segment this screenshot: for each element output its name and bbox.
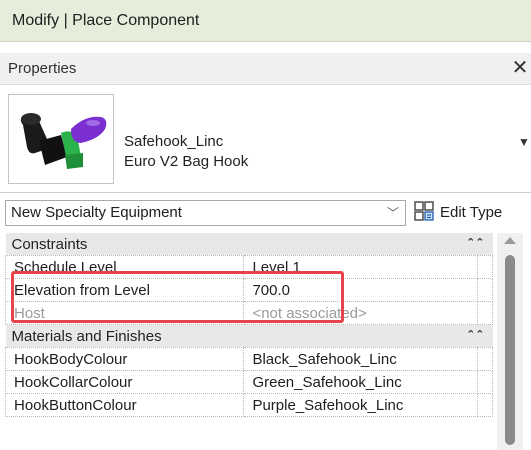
type-name: Safehook_Linc Euro V2 Bag Hook bbox=[124, 132, 248, 172]
table-row[interactable]: HookBodyColour Black_Safehook_Linc bbox=[4, 347, 494, 371]
property-value[interactable]: Purple_Safehook_Linc bbox=[243, 393, 478, 417]
category-filter-value: New Specialty Equipment bbox=[11, 204, 182, 221]
table-row[interactable]: Schedule Level Level 1 bbox=[4, 255, 494, 279]
family-name: Safehook_Linc bbox=[124, 133, 224, 150]
property-label: Elevation from Level bbox=[4, 278, 245, 302]
property-extra bbox=[476, 255, 494, 279]
table-row[interactable]: Host <not associated> bbox=[4, 301, 494, 325]
property-extra bbox=[476, 393, 494, 417]
group-header-constraints[interactable]: Constraints ⌃⌃ bbox=[5, 233, 493, 256]
category-filter-select[interactable]: New Specialty Equipment ﹀ bbox=[5, 200, 406, 226]
collapse-icon[interactable]: ⌃⌃ bbox=[466, 236, 484, 249]
type-dropdown-arrow-icon[interactable]: ▼ bbox=[517, 132, 531, 152]
property-label: HookBodyColour bbox=[4, 347, 245, 371]
property-extra bbox=[476, 347, 494, 371]
table-row[interactable]: HookCollarColour Green_Safehook_Linc bbox=[4, 370, 494, 394]
chevron-down-icon: ﹀ bbox=[386, 206, 399, 220]
bag-hook-icon bbox=[8, 94, 114, 184]
property-label: HookCollarColour bbox=[4, 370, 245, 394]
scroll-up-icon[interactable] bbox=[504, 237, 516, 244]
edit-type-icon bbox=[414, 201, 434, 221]
property-extra bbox=[476, 370, 494, 394]
type-selector[interactable]: Safehook_Linc Euro V2 Bag Hook ▼ bbox=[0, 86, 531, 193]
scroll-thumb[interactable] bbox=[505, 255, 515, 445]
table-row[interactable]: Elevation from Level 700.0 bbox=[4, 278, 494, 302]
property-label: HookButtonColour bbox=[4, 393, 245, 417]
collapse-icon[interactable]: ⌃⌃ bbox=[466, 328, 484, 341]
property-value[interactable]: Level 1 bbox=[243, 255, 478, 279]
property-value[interactable]: Black_Safehook_Linc bbox=[243, 347, 478, 371]
property-label: Schedule Level bbox=[4, 255, 245, 279]
properties-title: Properties bbox=[8, 60, 77, 77]
edit-type-button[interactable]: Edit Type bbox=[414, 200, 502, 226]
group-label: Materials and Finishes bbox=[11, 327, 162, 345]
group-header-materials[interactable]: Materials and Finishes ⌃⌃ bbox=[5, 324, 493, 348]
instance-properties-grid: Constraints ⌃⌃ Schedule Level Level 1 El… bbox=[4, 233, 494, 417]
property-value[interactable]: Green_Safehook_Linc bbox=[243, 370, 478, 394]
property-extra bbox=[476, 278, 494, 302]
properties-header: Properties ✕ bbox=[0, 53, 531, 85]
group-label: Constraints bbox=[11, 235, 88, 253]
property-value: <not associated> bbox=[243, 301, 478, 325]
type-label: Euro V2 Bag Hook bbox=[124, 153, 249, 170]
category-row: New Specialty Equipment ﹀ Edit Type bbox=[0, 197, 531, 229]
property-extra bbox=[476, 301, 494, 325]
close-icon[interactable]: ✕ bbox=[509, 53, 531, 85]
vertical-scrollbar[interactable] bbox=[497, 233, 523, 450]
ribbon-context-title: Modify | Place Component bbox=[0, 0, 531, 42]
property-label: Host bbox=[4, 301, 245, 325]
property-value[interactable]: 700.0 bbox=[243, 278, 478, 302]
table-row[interactable]: HookButtonColour Purple_Safehook_Linc bbox=[4, 393, 494, 417]
edit-type-label: Edit Type bbox=[440, 204, 503, 221]
